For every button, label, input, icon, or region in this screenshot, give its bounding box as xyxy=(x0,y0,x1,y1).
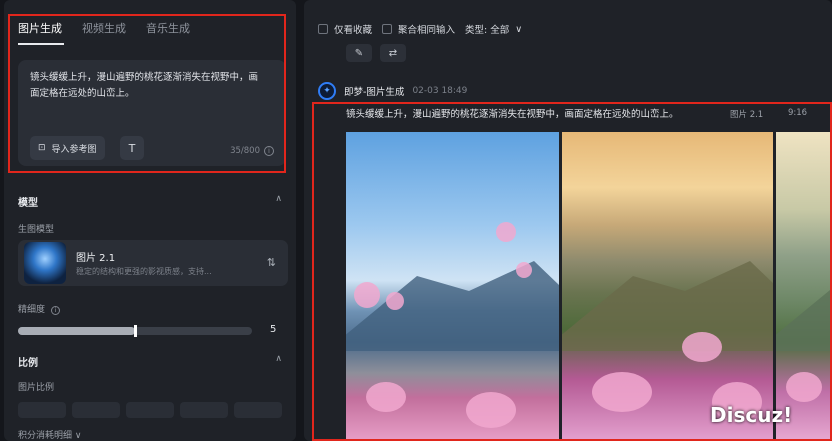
type-filter-label: 类型: 全部 xyxy=(465,25,510,36)
blossom xyxy=(592,372,652,412)
generated-image-3[interactable] xyxy=(776,132,832,441)
favorites-only-label: 仅看收藏 xyxy=(334,25,373,36)
generation-timestamp: 02-03 18:49 xyxy=(412,86,468,96)
tab-image-generation[interactable]: 图片生成 xyxy=(18,20,62,36)
ratio-section-title: 比例 xyxy=(18,358,38,369)
generation-model: 图片 2.1 xyxy=(730,110,764,120)
precision-label-text: 精细度 xyxy=(18,305,46,315)
info-icon[interactable]: i xyxy=(264,146,274,156)
dreamina-logo-icon: ✦ xyxy=(318,82,336,100)
model-description: 稳定的结构和更强的影视质感，支持... xyxy=(76,267,212,276)
credits-detail-toggle[interactable]: 积分消耗明细 ∨ xyxy=(18,428,81,441)
image-upload-icon: ⊡ xyxy=(38,143,46,153)
ratio-option[interactable] xyxy=(180,402,228,418)
char-count-text: 35/800 xyxy=(230,146,260,156)
chevron-down-icon: ∨ xyxy=(74,431,82,441)
generated-image-1[interactable] xyxy=(346,132,559,441)
generation-header: ✦ 即梦-图片生成 02-03 18:49 xyxy=(318,82,467,100)
checkbox-icon[interactable] xyxy=(318,24,328,34)
blossom xyxy=(386,292,404,310)
tab-video-generation[interactable]: 视频生成 xyxy=(82,20,126,36)
generation-ratio: 9:16 xyxy=(788,108,808,118)
blossom xyxy=(354,282,380,308)
precision-info-icon[interactable]: i xyxy=(50,306,60,315)
chevron-up-icon[interactable]: ∧ xyxy=(275,194,282,204)
blossom xyxy=(786,372,822,402)
blossom xyxy=(466,392,516,428)
blossom xyxy=(516,262,532,278)
image-ratio-label: 图片比例 xyxy=(18,383,55,393)
prompt-input-card[interactable]: 镜头缓缓上升，漫山遍野的桃花逐渐消失在视野中，画面定格在远处的山峦上。 ⊡ 导入… xyxy=(18,60,286,166)
generation-tabs: 图片生成 视频生成 音乐生成 xyxy=(18,20,190,36)
edit-button[interactable]: ✎ xyxy=(346,44,372,62)
precision-label: 精细度 i xyxy=(18,302,60,315)
blossom xyxy=(496,222,516,242)
text-format-icon: T xyxy=(128,141,136,155)
chevron-down-icon: ∨ xyxy=(515,23,523,35)
reuse-button[interactable]: ⇄ xyxy=(380,44,406,62)
ratio-options xyxy=(18,402,282,418)
import-reference-label: 导入参考图 xyxy=(51,144,97,155)
prompt-textarea[interactable]: 镜头缓缓上升，漫山遍野的桃花逐渐消失在视野中，画面定格在远处的山峦上。 xyxy=(30,70,260,102)
type-filter-dropdown[interactable]: 类型: 全部 ∨ xyxy=(465,22,523,37)
favorites-only-filter[interactable]: 仅看收藏 xyxy=(318,22,372,36)
checkbox-icon[interactable] xyxy=(382,24,393,34)
precision-slider-handle[interactable] xyxy=(134,325,137,337)
blossom xyxy=(682,332,722,362)
precision-slider-fill xyxy=(18,327,135,335)
char-counter: 35/800 i xyxy=(230,146,274,156)
precision-value: 5 xyxy=(270,324,277,335)
ratio-option[interactable] xyxy=(126,402,174,418)
model-name: 图片 2.1 xyxy=(76,253,116,264)
reuse-icon: ⇄ xyxy=(388,47,398,59)
mountain-shape xyxy=(776,261,832,351)
model-selector[interactable]: 图片 2.1 稳定的结构和更强的影视质感，支持... ⇅ xyxy=(18,240,288,286)
generation-prompt: 镜头缓缓上升，漫山遍野的桃花逐渐消失在视野中，画面定格在远处的山峦上。 xyxy=(346,109,679,120)
mountain-shape xyxy=(562,261,773,351)
pencil-icon: ✎ xyxy=(354,47,364,59)
watermark: Discuz! xyxy=(710,403,793,427)
ratio-option[interactable] xyxy=(234,402,282,418)
chevron-up-icon[interactable]: ∧ xyxy=(275,354,282,364)
blossom xyxy=(366,382,406,412)
model-section-title: 模型 xyxy=(18,198,38,209)
import-reference-button[interactable]: ⊡ 导入参考图 xyxy=(30,136,105,160)
ratio-option[interactable] xyxy=(72,402,120,418)
generation-title: 即梦-图片生成 xyxy=(344,87,405,98)
credits-detail-label: 积分消耗明细 xyxy=(18,431,73,441)
ratio-option[interactable] xyxy=(18,402,66,418)
generation-model-label: 生图模型 xyxy=(18,225,55,235)
text-tool-button[interactable]: T xyxy=(120,136,144,160)
tab-music-generation[interactable]: 音乐生成 xyxy=(146,20,190,36)
sliders-settings-icon[interactable]: ⇅ xyxy=(267,256,276,269)
filter-bar: 仅看收藏 聚合相同输入 类型: 全部 ∨ xyxy=(318,22,522,36)
aggregate-input-label: 聚合相同输入 xyxy=(398,25,456,36)
precision-slider[interactable] xyxy=(18,325,252,337)
active-tab-underline xyxy=(18,43,64,45)
aggregate-input-filter[interactable]: 聚合相同输入 xyxy=(382,22,455,36)
generated-image-2[interactable] xyxy=(562,132,773,441)
left-panel: 图片生成 视频生成 音乐生成 镜头缓缓上升，漫山遍野的桃花逐渐消失在视野中，画面… xyxy=(4,0,296,441)
model-thumbnail xyxy=(24,242,66,284)
